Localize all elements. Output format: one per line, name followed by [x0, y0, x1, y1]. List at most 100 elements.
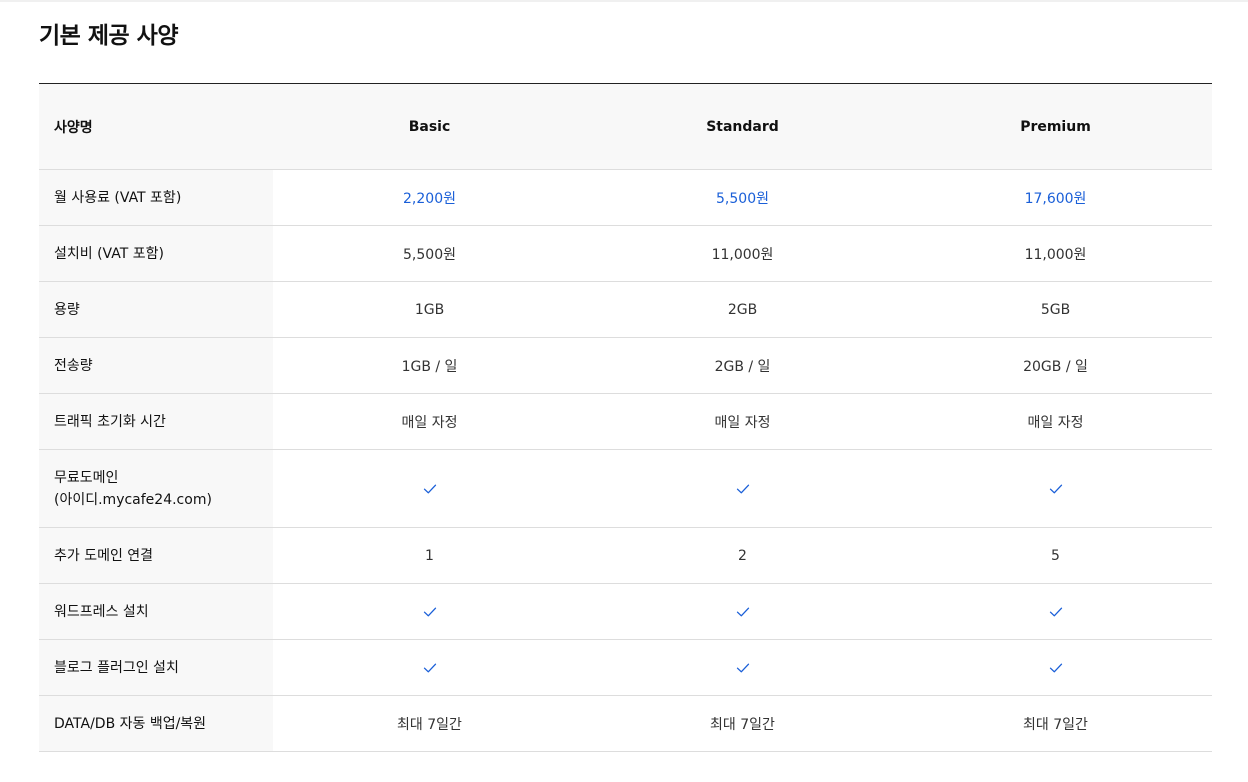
row-label-line: 무료도메인 [54, 469, 119, 486]
cell-premium [899, 639, 1212, 696]
cell-premium: 20GB / 일 [899, 337, 1212, 394]
spec-value: 1 [425, 547, 434, 564]
spec-value: 최대 7일간 [397, 716, 462, 733]
check-icon [423, 607, 436, 616]
table-row: 워드프레스 설치 [39, 583, 1212, 640]
row-label-line: 용량 [54, 301, 80, 318]
row-label-line: 추가 도메인 연결 [54, 547, 154, 564]
spec-value: 최대 7일간 [710, 716, 775, 733]
spec-table: 사양명 Basic Standard Premium 월 사용료 (VAT 포함… [39, 83, 1212, 752]
page-title: 기본 제공 사양 [39, 23, 178, 49]
spec-value: 20GB / 일 [1023, 358, 1088, 375]
row-label-line: 전송량 [54, 357, 93, 374]
plan-header-standard: Standard [586, 83, 899, 170]
row-label-line: (아이디.mycafe24.com) [54, 491, 212, 508]
spec-value: 매일 자정 [714, 414, 771, 431]
table-header: 사양명 Basic Standard Premium [39, 83, 1212, 170]
cell-standard [586, 639, 899, 696]
cell-basic: 1GB / 일 [273, 337, 586, 394]
spec-value: 11,000원 [1024, 246, 1087, 263]
table-row: 블로그 플러그인 설치 [39, 639, 1212, 696]
row-label-line: 월 사용료 (VAT 포함) [54, 189, 182, 206]
row-label-line: 블로그 플러그인 설치 [54, 659, 179, 676]
cell-standard: 매일 자정 [586, 393, 899, 450]
cell-basic: 매일 자정 [273, 393, 586, 450]
cell-standard [586, 583, 899, 640]
spec-value: 1GB [414, 301, 445, 318]
cell-premium [899, 449, 1212, 528]
spec-value: 5GB [1040, 301, 1071, 318]
table-row: 월 사용료 (VAT 포함) 2,200원 5,500원 17,600원 [39, 169, 1212, 226]
cell-premium: 5 [899, 527, 1212, 584]
cell-basic [273, 639, 586, 696]
spec-value: 2GB [727, 301, 758, 318]
cell-premium: 17,600원 [899, 169, 1212, 226]
row-label: 추가 도메인 연결 [39, 527, 273, 584]
price-value: 2,200원 [403, 190, 456, 207]
cell-premium: 매일 자정 [899, 393, 1212, 450]
check-icon [736, 663, 749, 672]
table-row: 전송량 1GB / 일 2GB / 일 20GB / 일 [39, 337, 1212, 394]
row-label: 무료도메인 (아이디.mycafe24.com) [39, 449, 273, 528]
table-body: 월 사용료 (VAT 포함) 2,200원 5,500원 17,600원설치비 (VA… [39, 169, 1212, 752]
check-icon [423, 663, 436, 672]
cell-standard: 2 [586, 527, 899, 584]
cell-basic: 최대 7일간 [273, 695, 586, 752]
price-value: 5,500원 [716, 190, 769, 207]
row-label: 설치비 (VAT 포함) [39, 225, 273, 282]
header-row: 사양명 Basic Standard Premium [39, 83, 1212, 170]
table-row: 트래픽 초기화 시간 매일 자정 매일 자정 매일 자정 [39, 393, 1212, 450]
cell-basic: 2,200원 [273, 169, 586, 226]
check-icon [736, 484, 749, 493]
cell-standard: 최대 7일간 [586, 695, 899, 752]
row-label: 워드프레스 설치 [39, 583, 273, 640]
check-icon [423, 484, 436, 493]
cell-premium: 11,000원 [899, 225, 1212, 282]
check-icon [1049, 607, 1062, 616]
plan-header-premium: Premium [899, 83, 1212, 170]
check-icon [1049, 663, 1062, 672]
table-row: 추가 도메인 연결 1 2 5 [39, 527, 1212, 584]
table-row: 설치비 (VAT 포함) 5,500원 11,000원 11,000원 [39, 225, 1212, 282]
cell-basic: 5,500원 [273, 225, 586, 282]
cell-basic [273, 583, 586, 640]
row-label: 전송량 [39, 337, 273, 394]
table-row: 용량 1GB 2GB 5GB [39, 281, 1212, 338]
header-label: 사양명 [39, 83, 273, 170]
cell-basic: 1GB [273, 281, 586, 338]
cell-standard: 2GB [586, 281, 899, 338]
row-label-line: 워드프레스 설치 [54, 603, 149, 620]
check-icon [736, 607, 749, 616]
row-label: 월 사용료 (VAT 포함) [39, 169, 273, 226]
price-value: 17,600원 [1024, 190, 1087, 207]
row-label-line: DATA/DB 자동 백업/복원 [54, 715, 207, 732]
cell-standard: 11,000원 [586, 225, 899, 282]
table-row: 무료도메인 (아이디.mycafe24.com) [39, 449, 1212, 528]
cell-premium [899, 583, 1212, 640]
row-label: DATA/DB 자동 백업/복원 [39, 695, 273, 752]
cell-basic: 1 [273, 527, 586, 584]
top-divider [0, 0, 1248, 2]
spec-value: 2GB / 일 [714, 358, 771, 375]
spec-value: 최대 7일간 [1023, 716, 1088, 733]
row-label-line: 트래픽 초기화 시간 [54, 413, 166, 430]
cell-standard [586, 449, 899, 528]
spec-value: 2 [738, 547, 747, 564]
cell-premium: 최대 7일간 [899, 695, 1212, 752]
row-label: 블로그 플러그인 설치 [39, 639, 273, 696]
cell-premium: 5GB [899, 281, 1212, 338]
row-label: 용량 [39, 281, 273, 338]
spec-value: 11,000원 [711, 246, 774, 263]
plan-header-basic: Basic [273, 83, 586, 170]
spec-value: 5 [1051, 547, 1060, 564]
spec-value: 매일 자정 [1027, 414, 1084, 431]
spec-value: 1GB / 일 [401, 358, 458, 375]
check-icon [1049, 484, 1062, 493]
spec-value: 5,500원 [403, 246, 456, 263]
table-row: DATA/DB 자동 백업/복원 최대 7일간 최대 7일간 최대 7일간 [39, 695, 1212, 752]
cell-standard: 5,500원 [586, 169, 899, 226]
row-label: 트래픽 초기화 시간 [39, 393, 273, 450]
cell-standard: 2GB / 일 [586, 337, 899, 394]
row-label-line: 설치비 (VAT 포함) [54, 245, 164, 262]
spec-value: 매일 자정 [401, 414, 458, 431]
